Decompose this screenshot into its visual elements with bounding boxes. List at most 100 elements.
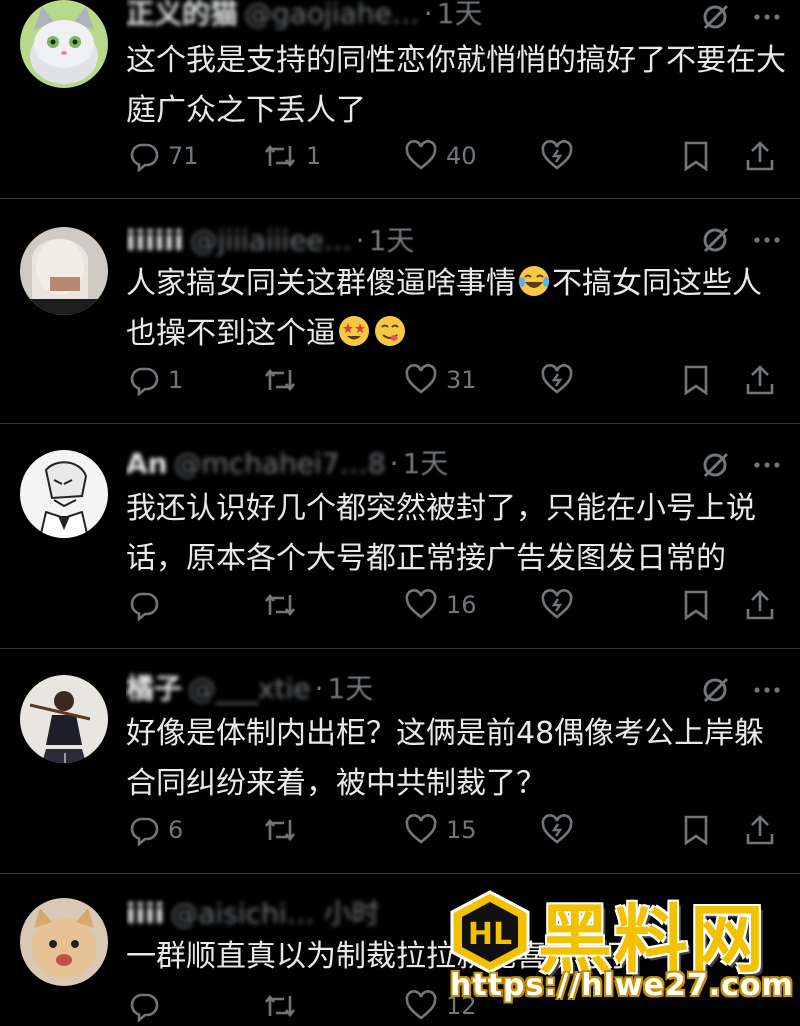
grok-button[interactable] [540,810,574,850]
bookmark-button[interactable] [682,360,710,400]
reply-count: 71 [168,142,199,170]
author-handle[interactable]: @mchahei7…8 [174,447,386,480]
heart-icon [405,589,437,619]
post[interactable]: An @mchahei7…8 · 1天 我还认识好几个都突然被封了，只能在小号上说话，… [0,424,800,649]
reply-count: 1 [168,366,184,394]
post-time[interactable]: 1天 [369,224,415,257]
post-actions: 71 1 40 [128,136,778,176]
author-name[interactable]: 正义的猫 [126,0,238,30]
repost-button[interactable] [262,360,306,400]
bookmark-icon [684,365,708,396]
mute-icon[interactable] [700,2,730,32]
bookmark-button[interactable] [682,585,710,625]
share-button[interactable] [744,136,776,176]
post-header: iiiiii @jiiiaiiiee… · 1天 [126,224,415,257]
grok-icon [541,140,573,170]
reply-count: 6 [168,816,184,844]
like-button[interactable]: 40 [404,136,477,176]
author-handle[interactable]: @gaojiahe… [244,0,420,30]
like-count: 40 [446,142,477,170]
author-handle[interactable]: @jiiiaiiiee… [190,224,352,257]
avatar[interactable] [20,450,108,538]
author-handle[interactable]: @___xtie [188,672,311,705]
author-name[interactable]: iiii [126,897,164,930]
post-header-actions [700,450,782,480]
reply-button[interactable] [128,585,168,625]
mute-icon[interactable] [700,225,730,255]
like-count: 31 [446,366,477,394]
post-time[interactable]: 1天 [327,672,373,705]
author-name[interactable]: An [126,447,168,480]
mute-icon[interactable] [700,675,730,705]
avatar[interactable] [20,675,108,763]
grok-button[interactable] [540,360,574,400]
post[interactable]: iiiiii @jiiiaiiiee… · 1天 人家搞女同关这群傻逼啥事情 不搞女同这… [0,199,800,424]
reply-icon [130,592,159,621]
bookmark-icon [684,590,708,621]
reply-button[interactable]: 1 [128,360,183,400]
more-icon[interactable] [752,675,782,705]
post[interactable]: 橘子 @___xtie · 1天 好像是体制内出柜？这俩是前48偶像考公上岸躲合同纠纷… [0,649,800,874]
repost-icon [264,818,296,842]
share-button[interactable] [744,360,776,400]
bookmark-button[interactable] [682,810,710,850]
post-text: 好像是体制内出柜？这俩是前48偶像考公上岸躲合同纠纷来着，被中共制裁了？ [126,716,765,801]
author-name[interactable]: iiiiii [126,224,184,257]
repost-button[interactable] [262,585,306,625]
post-text: 我还认识好几个都突然被封了，只能在小号上说话，原本各个大号都正常接广告发图发日常… [126,491,756,576]
repost-icon [264,593,296,617]
reply-icon [130,993,159,1022]
heart-icon [405,990,437,1020]
grok-button[interactable] [540,585,574,625]
grok-icon [541,589,573,619]
like-button[interactable]: 16 [404,585,477,625]
watermark-logo-text: HL [468,917,512,952]
grok-icon [541,814,573,844]
avatar[interactable] [20,227,108,315]
reply-button[interactable]: 71 [128,136,199,176]
bookmark-icon [684,815,708,846]
repost-icon [264,144,296,168]
author-handle[interactable]: @aisichi… 小时 [170,897,379,930]
more-icon[interactable] [752,2,782,32]
post-time[interactable]: 1天 [437,0,483,30]
yum-face-emoji [375,316,405,346]
reply-button[interactable]: 6 [128,810,183,850]
more-icon[interactable] [752,225,782,255]
post[interactable]: 正义的猫 @gaojiahe… · 1天 这个我是支持的同性恋你就悄悄的搞好了不要在大… [0,0,800,199]
post-text: 这个我是支持的同性恋你就悄悄的搞好了不要在大庭广众之下丢人了 [126,43,786,128]
repost-button[interactable] [262,986,306,1026]
like-count: 16 [446,591,477,619]
reply-button[interactable] [128,986,168,1026]
repost-button[interactable]: 1 [262,136,321,176]
repost-button[interactable] [262,810,306,850]
bookmark-button[interactable] [682,136,710,176]
repost-icon [264,994,296,1018]
author-name[interactable]: 橘子 [126,672,182,705]
post-header-actions [700,675,782,705]
star-struck-emoji [339,316,369,346]
post-header: An @mchahei7…8 · 1天 [126,447,449,480]
share-icon [746,815,774,845]
grok-icon [541,364,573,394]
post-actions: 6 15 [128,810,778,850]
post-time[interactable]: 1天 [402,447,448,480]
share-button[interactable] [744,585,776,625]
reply-icon [130,367,159,396]
heart-icon [405,140,437,170]
mute-icon[interactable] [700,450,730,480]
watermark-url: https://hlwe27.com [450,968,794,1003]
watermark-logo-icon: HL [450,890,530,974]
share-button[interactable] [744,810,776,850]
avatar[interactable] [20,0,108,88]
post-text: 人家搞女同关这群傻逼啥事情 不搞女同这些人也操不到这个逼 [126,259,786,359]
repost-icon [264,368,296,392]
more-icon[interactable] [752,450,782,480]
post-text-part: 人家搞女同关这群傻逼啥事情 [126,266,516,301]
like-button[interactable]: 31 [404,360,477,400]
share-icon [746,590,774,620]
avatar[interactable] [20,898,108,986]
like-button[interactable]: 15 [404,810,477,850]
reply-icon [130,143,159,172]
grok-button[interactable] [540,136,574,176]
